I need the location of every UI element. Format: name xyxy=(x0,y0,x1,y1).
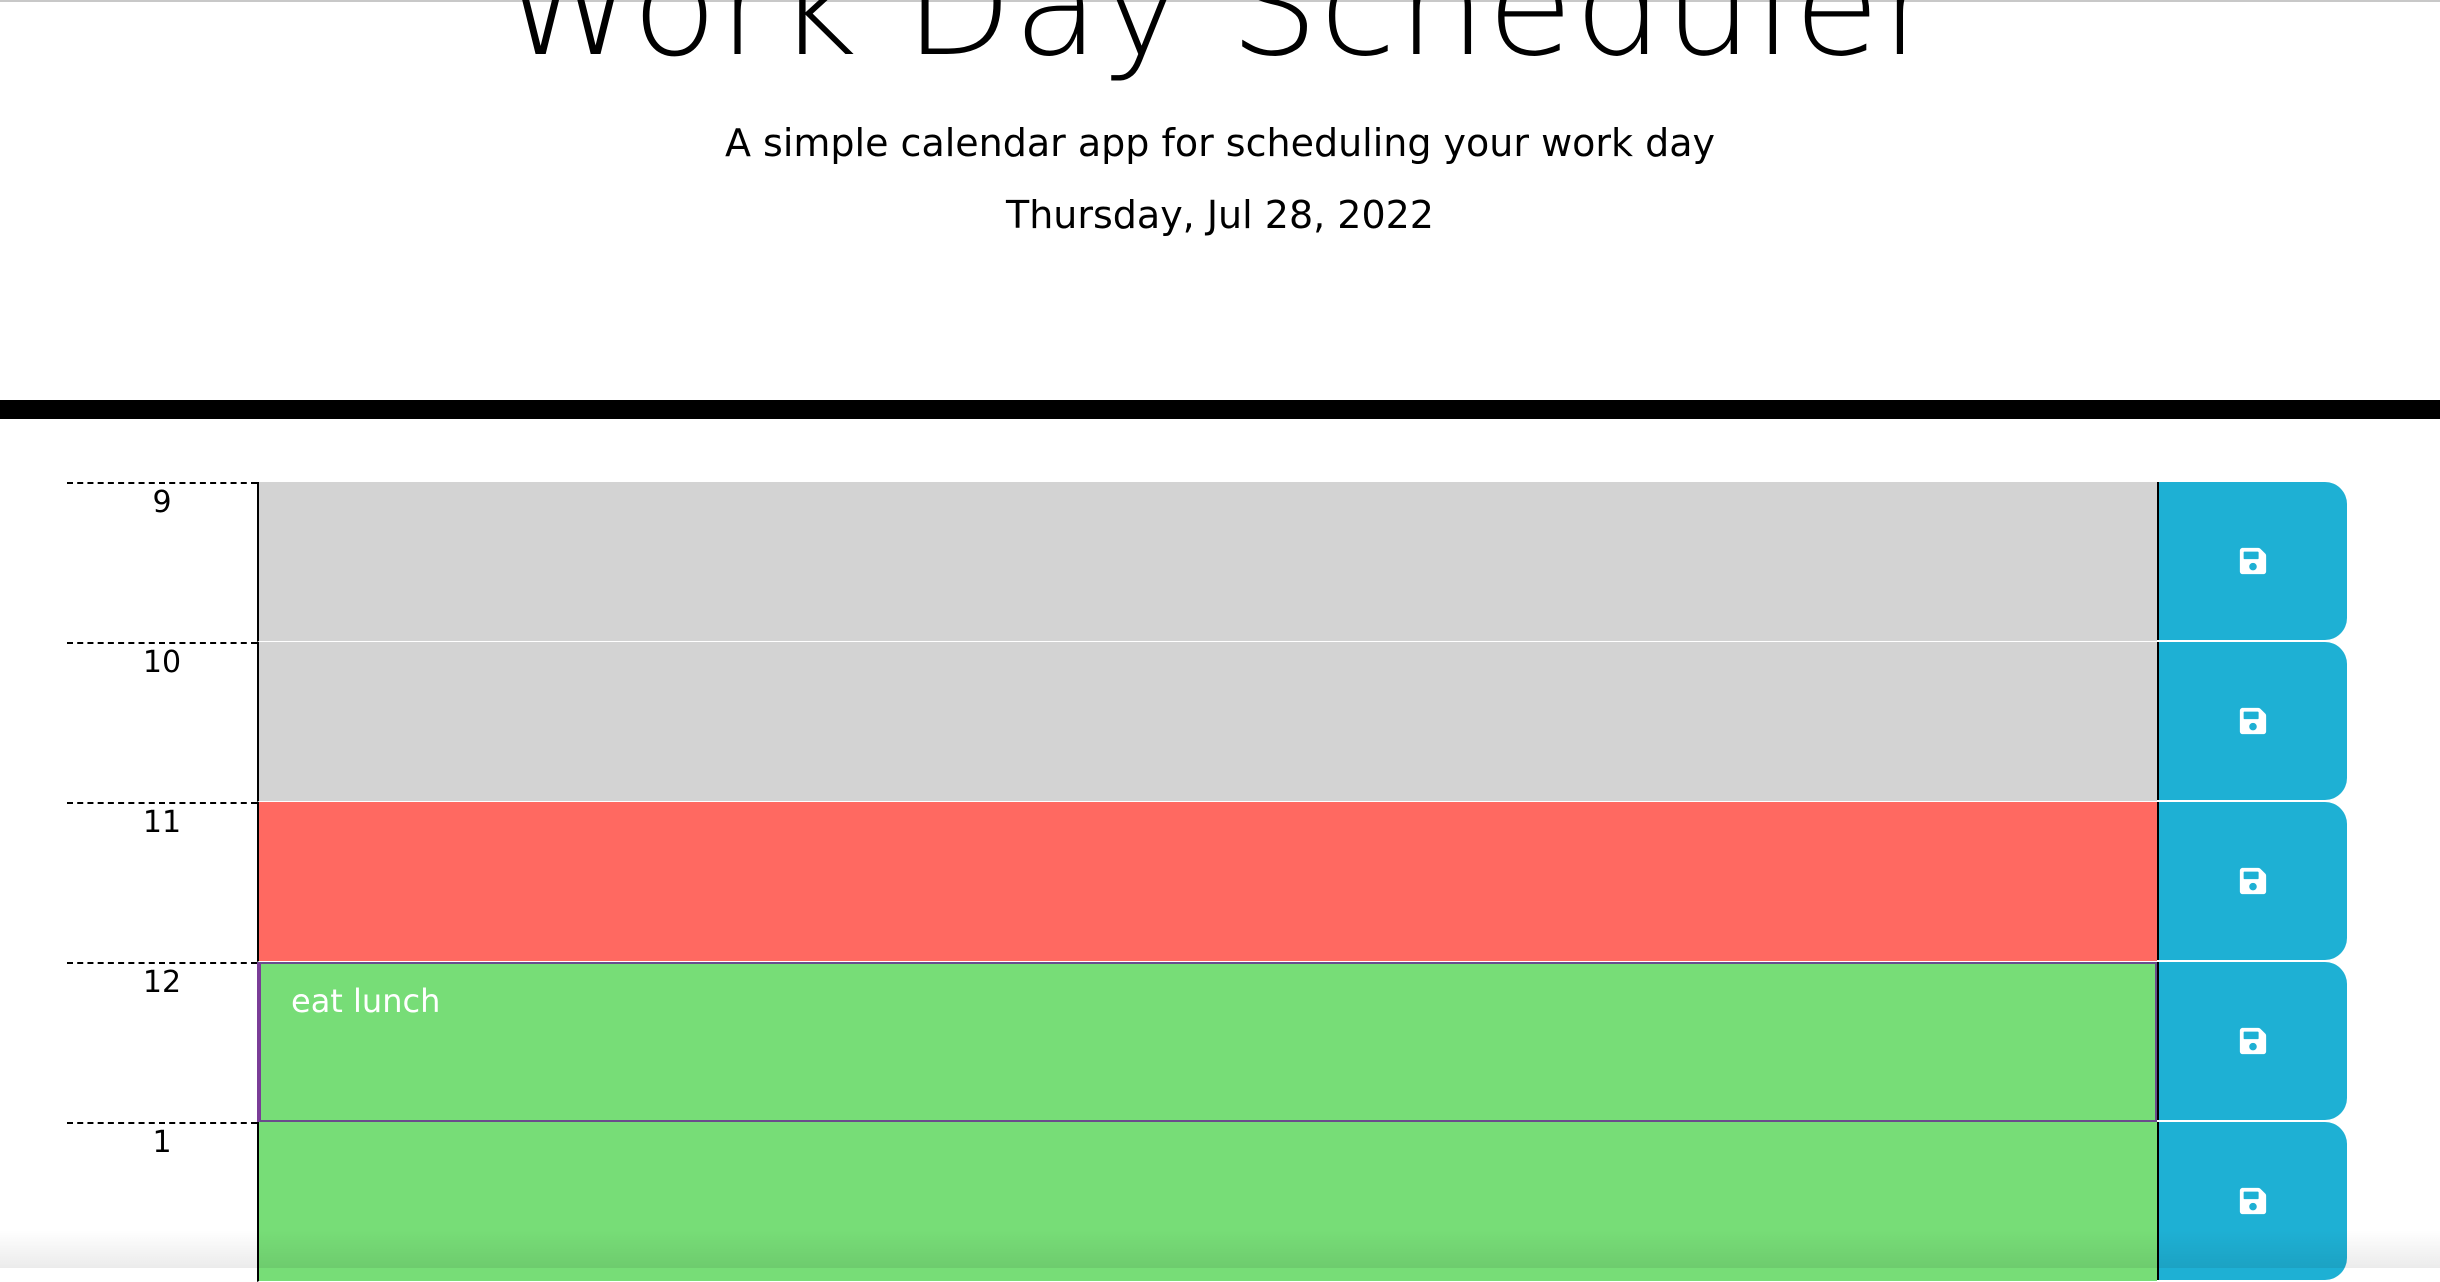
hour-label: 11 xyxy=(67,802,257,962)
save-button[interactable] xyxy=(2157,1122,2347,1280)
floppy-disk-icon xyxy=(2239,1027,2267,1055)
hour-label: 1 xyxy=(67,1122,257,1282)
page-subtitle: A simple calendar app for scheduling you… xyxy=(724,121,1716,165)
time-block-list: 9 10 11 12 eat lunch 1 xyxy=(67,482,2347,1282)
event-description-input[interactable]: eat lunch xyxy=(257,962,2157,1122)
event-description-input[interactable] xyxy=(257,482,2157,642)
hour-label: 10 xyxy=(67,642,257,802)
save-button[interactable] xyxy=(2157,962,2347,1120)
floppy-disk-icon xyxy=(2239,547,2267,575)
save-button[interactable] xyxy=(2157,482,2347,640)
floppy-disk-icon xyxy=(2239,867,2267,895)
floppy-disk-icon xyxy=(2239,1187,2267,1215)
hour-label: 9 xyxy=(67,482,257,642)
event-description-input[interactable] xyxy=(257,802,2157,962)
time-block-row: 9 xyxy=(67,482,2347,642)
page-title: Work Day Scheduler xyxy=(500,0,1940,88)
time-block-row: 12 eat lunch xyxy=(67,962,2347,1122)
hour-label: 12 xyxy=(67,962,257,1122)
time-block-row: 11 xyxy=(67,802,2347,962)
floppy-disk-icon xyxy=(2239,707,2267,735)
time-block-row: 10 xyxy=(67,642,2347,802)
time-block-row: 1 xyxy=(67,1122,2347,1282)
event-description-input[interactable] xyxy=(257,642,2157,802)
event-description-input[interactable] xyxy=(257,1122,2157,1282)
save-button[interactable] xyxy=(2157,642,2347,800)
current-day: Thursday, Jul 28, 2022 xyxy=(1005,193,1434,237)
page-header: Work Day Scheduler A simple calendar app… xyxy=(0,0,2440,419)
save-button[interactable] xyxy=(2157,802,2347,960)
